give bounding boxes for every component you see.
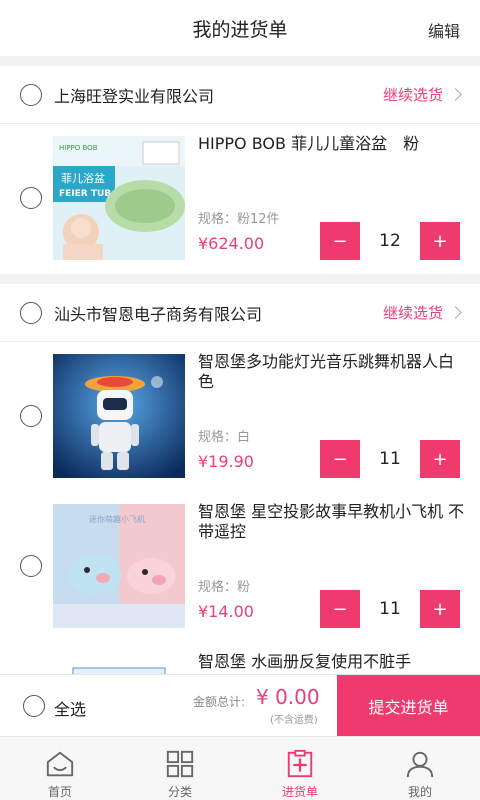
product-spec: 规格：白 bbox=[198, 430, 251, 445]
shop-name: 汕头市智恩电子商务有限公司 bbox=[54, 304, 263, 324]
tab-label: 分类 bbox=[167, 785, 192, 799]
submit-order-button[interactable]: 提交进货单 bbox=[337, 675, 480, 737]
product-image[interactable]: HIPPO BOB 菲儿浴盆 FEIER TUB bbox=[53, 136, 185, 260]
shop-group: 汕头市智恩电子商务有限公司 继续选货 智恩堡多功能灯光音乐跳舞机器人白色 规格：… bbox=[0, 284, 480, 674]
tab-label: 我的 bbox=[407, 785, 432, 799]
total-amount: ¥ 0.00 bbox=[256, 685, 320, 709]
tab-profile[interactable]: 我的 bbox=[360, 737, 480, 800]
tab-label: 首页 bbox=[47, 785, 72, 799]
cart-item: 智恩堡多功能灯光音乐跳舞机器人白色 规格：白 ¥19.90 − 11 + bbox=[0, 342, 480, 492]
continue-shopping-link[interactable]: 继续选货 bbox=[382, 84, 462, 105]
cart-item: 智恩堡 水画册反复使用不脏手 bbox=[0, 642, 480, 674]
bottom-tab-bar: 首页 分类 进货单 我的 bbox=[0, 736, 480, 800]
shop-select-radio[interactable] bbox=[20, 83, 42, 106]
product-price: ¥14.00 bbox=[198, 602, 254, 621]
shipping-note: (不含运费) bbox=[270, 715, 318, 726]
product-image[interactable] bbox=[53, 354, 185, 478]
select-all-radio[interactable] bbox=[23, 695, 45, 717]
order-icon bbox=[287, 749, 313, 778]
quantity-input[interactable]: 11 bbox=[360, 440, 420, 478]
cart-item: HIPPO BOB 菲儿浴盆 FEIER TUB HIPPO BOB 菲儿儿童浴… bbox=[0, 124, 480, 274]
edit-button[interactable]: 编辑 bbox=[428, 18, 460, 42]
shop-name: 上海旺登实业有限公司 bbox=[54, 86, 215, 106]
shop-header: 上海旺登实业有限公司 继续选货 bbox=[0, 66, 480, 124]
cart-list[interactable]: 上海旺登实业有限公司 继续选货 HIPPO BOB 菲儿浴盆 FEIER TUB bbox=[0, 66, 480, 674]
product-name[interactable]: 智恩堡 水画册反复使用不脏手 bbox=[198, 652, 466, 672]
continue-shopping-label: 继续选货 bbox=[382, 86, 443, 104]
shop-group: 上海旺登实业有限公司 继续选货 HIPPO BOB 菲儿浴盆 FEIER TUB bbox=[0, 66, 480, 274]
item-select-radio[interactable] bbox=[20, 187, 42, 209]
thumb-brand: HIPPO BOB bbox=[59, 144, 98, 152]
tab-order[interactable]: 进货单 bbox=[240, 737, 360, 800]
select-all-label[interactable]: 全选 bbox=[54, 696, 86, 720]
increase-button[interactable]: + bbox=[420, 222, 460, 260]
shop-select-radio[interactable] bbox=[20, 301, 42, 324]
continue-shopping-link[interactable]: 继续选货 bbox=[382, 302, 462, 323]
category-icon bbox=[166, 750, 194, 778]
product-spec: 规格：粉 bbox=[198, 580, 251, 595]
svg-text:FEIER TUB: FEIER TUB bbox=[59, 189, 111, 199]
svg-text:菲儿浴盆: 菲儿浴盆 bbox=[61, 171, 105, 185]
shop-header: 汕头市智恩电子商务有限公司 继续选货 bbox=[0, 284, 480, 342]
quantity-stepper: − 12 + bbox=[320, 222, 460, 260]
product-name[interactable]: 智恩堡 星空投影故事早教机小飞机 不带遥控 bbox=[198, 502, 466, 542]
tab-category[interactable]: 分类 bbox=[120, 737, 240, 800]
product-price: ¥19.90 bbox=[198, 452, 254, 471]
total-label: 金额总计: bbox=[193, 695, 246, 709]
product-image[interactable]: 迷你萌趣小飞机 bbox=[53, 504, 185, 628]
decrease-button[interactable]: − bbox=[320, 590, 360, 628]
quantity-stepper: − 11 + bbox=[320, 440, 460, 478]
quantity-stepper: − 11 + bbox=[320, 590, 460, 628]
product-name[interactable]: HIPPO BOB 菲儿儿童浴盆 粉 bbox=[198, 134, 466, 154]
chevron-right-icon bbox=[449, 88, 462, 101]
product-name[interactable]: 智恩堡多功能灯光音乐跳舞机器人白色 bbox=[198, 352, 466, 392]
user-icon bbox=[406, 751, 434, 778]
product-image[interactable] bbox=[53, 654, 185, 674]
top-bar: 我的进货单 编辑 bbox=[0, 0, 480, 56]
page-title: 我的进货单 bbox=[192, 18, 288, 41]
quantity-input[interactable]: 12 bbox=[360, 222, 420, 260]
item-select-radio[interactable] bbox=[20, 405, 42, 427]
checkout-bar: 全选 金额总计: ¥ 0.00 (不含运费) 提交进货单 bbox=[0, 674, 480, 737]
thumb-caption: 迷你萌趣小飞机 bbox=[89, 514, 145, 524]
home-icon bbox=[46, 751, 74, 777]
product-spec: 规格：粉12件 bbox=[198, 212, 280, 227]
increase-button[interactable]: + bbox=[420, 440, 460, 478]
chevron-right-icon bbox=[449, 306, 462, 319]
decrease-button[interactable]: − bbox=[320, 440, 360, 478]
item-select-radio[interactable] bbox=[20, 555, 42, 577]
increase-button[interactable]: + bbox=[420, 590, 460, 628]
cart-item: 迷你萌趣小飞机 智恩堡 星空投影故事早教机小飞机 不带遥控 规格：粉 ¥14.0… bbox=[0, 492, 480, 642]
decrease-button[interactable]: − bbox=[320, 222, 360, 260]
tab-label: 进货单 bbox=[281, 785, 318, 799]
continue-shopping-label: 继续选货 bbox=[382, 304, 443, 322]
product-price: ¥624.00 bbox=[198, 234, 265, 253]
quantity-input[interactable]: 11 bbox=[360, 590, 420, 628]
tab-home[interactable]: 首页 bbox=[0, 737, 120, 800]
